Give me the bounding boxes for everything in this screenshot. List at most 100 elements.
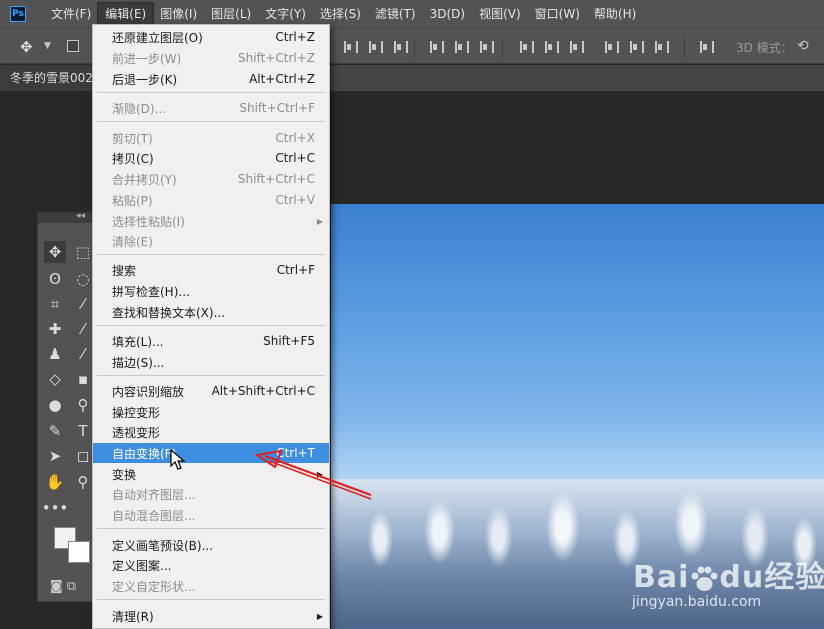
menu-view[interactable]: 视图(V) [472, 3, 528, 25]
background-color-swatch[interactable] [68, 541, 90, 563]
auto-select-checkbox[interactable] [67, 40, 79, 52]
menu-separator [97, 375, 325, 376]
menu-layer[interactable]: 图层(L) [204, 3, 258, 25]
move-tool-icon[interactable]: ✥ [20, 38, 33, 56]
clone-stamp-tool-icon[interactable]: ♟ [44, 343, 66, 365]
menu-item-define-custom-shape: 定义自定形状... [112, 579, 196, 594]
menu-item-clear: 清除(E) [112, 234, 153, 249]
menu-item-copy[interactable]: 拷贝(C) Ctrl+C [93, 148, 329, 168]
quick-select-tool-icon[interactable]: ◌ [72, 268, 94, 290]
distribute-left-icon[interactable] [603, 39, 619, 55]
menu-item-content-aware-scale[interactable]: 内容识别缩放 Alt+Shift+Ctrl+C [93, 381, 329, 401]
distribute-hcenter-icon[interactable] [628, 39, 644, 55]
align-top-icon[interactable] [342, 39, 358, 55]
blur-tool-icon[interactable]: ● [44, 394, 66, 416]
eraser-tool-icon[interactable]: ◇ [44, 368, 66, 390]
menu-item-search[interactable]: 搜索 Ctrl+F [93, 260, 329, 280]
document-tab[interactable]: 冬季的雪景002 [0, 65, 100, 91]
path-select-tool-icon[interactable]: ➤ [44, 445, 66, 467]
separator [502, 37, 503, 57]
tools-panel-header[interactable]: ◂◂ [38, 211, 92, 223]
menu-item-undo[interactable]: 还原建立图层(O) Ctrl+Z [93, 27, 329, 47]
menu-item-copy-merged: 合并拷贝(Y) Shift+Ctrl+C [112, 172, 315, 187]
photoshop-logo-icon: Ps [10, 6, 26, 22]
align-vcenter-icon[interactable] [367, 39, 383, 55]
menu-item-find-replace[interactable]: 查找和替换文本(X)... [93, 302, 329, 322]
separator [414, 37, 415, 57]
zoom-tool-icon[interactable]: ⚲ [72, 471, 94, 493]
distribute-bottom-icon[interactable] [568, 39, 584, 55]
watermark-text-bai: Bai [633, 560, 690, 595]
menu-separator [97, 599, 325, 600]
watermark-text-du: du [719, 560, 765, 595]
menu-item-perspective-warp[interactable]: 透视变形 [93, 422, 329, 442]
align-left-icon[interactable] [428, 39, 444, 55]
submenu-arrow-icon: ▶ [316, 216, 323, 226]
history-brush-tool-icon[interactable]: ⁄ [72, 343, 94, 365]
3d-mode-label: 3D 模式： [736, 41, 793, 55]
type-tool-icon[interactable]: T [72, 420, 94, 442]
menu-separator [97, 528, 325, 529]
3d-orbit-icon[interactable]: ⟲ [797, 38, 809, 54]
mouse-pointer-icon [170, 449, 186, 470]
auto-align-icon[interactable] [698, 39, 714, 55]
marquee-tool-icon[interactable]: ⬚ [72, 241, 94, 263]
menu-item-define-brush[interactable]: 定义画笔预设(B)... [93, 535, 329, 555]
watermark-text-jingyan: 经验 [764, 560, 824, 595]
submenu-arrow-icon: ▶ [316, 611, 323, 621]
menu-image[interactable]: 图像(I) [153, 3, 204, 25]
lasso-tool-icon[interactable]: ʘ [44, 268, 66, 290]
pen-tool-icon[interactable]: ✎ [44, 420, 66, 442]
menu-item-fill[interactable]: 填充(L)... Shift+F5 [93, 331, 329, 351]
gradient-tool-icon[interactable]: ▪ [72, 368, 94, 390]
menu-separator [97, 325, 325, 326]
menu-separator [97, 121, 325, 122]
menu-3d[interactable]: 3D(D) [423, 3, 472, 25]
move-tool-icon[interactable]: ✥ [44, 241, 66, 263]
menu-file[interactable]: 文件(F) [44, 3, 98, 25]
quick-mask-icon[interactable]: ◙ ⧉ [50, 579, 76, 594]
menu-item-paste: 粘贴(P) Ctrl+V [112, 193, 315, 208]
menu-type[interactable]: 文字(Y) [258, 3, 313, 25]
dodge-tool-icon[interactable]: ⚲ [72, 394, 94, 416]
align-right-icon[interactable] [478, 39, 494, 55]
menu-item-auto-blend-layers: 自动混合图层... [112, 508, 196, 523]
menu-item-fade: 渐隐(D)... Shift+Ctrl+F [112, 101, 315, 116]
menu-item-step-forward: 前进一步(W) Shift+Ctrl+Z [112, 51, 315, 66]
align-hcenter-icon[interactable] [453, 39, 469, 55]
distribute-top-icon[interactable] [518, 39, 534, 55]
menu-help[interactable]: 帮助(H) [587, 3, 643, 25]
menu-item-puppet-warp[interactable]: 操控变形 [93, 402, 329, 422]
menu-item-define-pattern[interactable]: 定义图案... [93, 555, 329, 575]
menu-edit[interactable]: 编辑(E) [97, 2, 155, 26]
watermark-url: jingyan.baidu.com [632, 594, 762, 610]
menu-item-stroke[interactable]: 描边(S)... [93, 352, 329, 372]
menu-filter[interactable]: 滤镜(T) [368, 3, 423, 25]
menu-window[interactable]: 窗口(W) [528, 3, 587, 25]
distribute-vcenter-icon[interactable] [543, 39, 559, 55]
edit-menu-dropdown: 还原建立图层(O) Ctrl+Z 前进一步(W) Shift+Ctrl+Z 后退一步… [92, 24, 330, 629]
healing-brush-tool-icon[interactable]: ✚ [44, 318, 66, 340]
distribute-right-icon[interactable] [653, 39, 669, 55]
paw-icon [691, 566, 718, 591]
menu-item-paste-special: 选择性粘贴(I) ▶ [112, 214, 323, 229]
align-bottom-icon[interactable] [392, 39, 408, 55]
menu-select[interactable]: 选择(S) [313, 3, 368, 25]
brush-tool-icon[interactable]: ⁄ [72, 318, 94, 340]
menu-item-check-spelling[interactable]: 拼写检查(H)... [93, 281, 329, 301]
hand-tool-icon[interactable]: ✋ [44, 471, 66, 493]
chevron-down-icon[interactable]: ▼ [44, 41, 51, 51]
separator [684, 37, 685, 57]
more-tools-icon[interactable]: ••• [42, 497, 69, 519]
collapse-icon[interactable]: ◂◂ [76, 211, 85, 221]
menu-separator [97, 254, 325, 255]
menu-item-step-backward[interactable]: 后退一步(K) Alt+Ctrl+Z [93, 69, 329, 89]
menu-item-cut: 剪切(T) Ctrl+X [112, 131, 315, 146]
tools-panel: ◂◂ ✥ ⬚ ʘ ◌ ⌗ ⁄ ✚ ⁄ ♟ ⁄ ◇ ▪ ● ⚲ ✎ T ➤ ◻ ✋… [37, 211, 94, 602]
crop-tool-icon[interactable]: ⌗ [44, 293, 66, 315]
menu-separator [97, 92, 325, 93]
shape-tool-icon[interactable]: ◻ [72, 445, 94, 467]
baidu-watermark-logo: Bai du经验 [633, 552, 824, 596]
menu-item-purge[interactable]: 清理(R) ▶ [93, 606, 329, 626]
eyedropper-tool-icon[interactable]: ⁄ [72, 293, 94, 315]
